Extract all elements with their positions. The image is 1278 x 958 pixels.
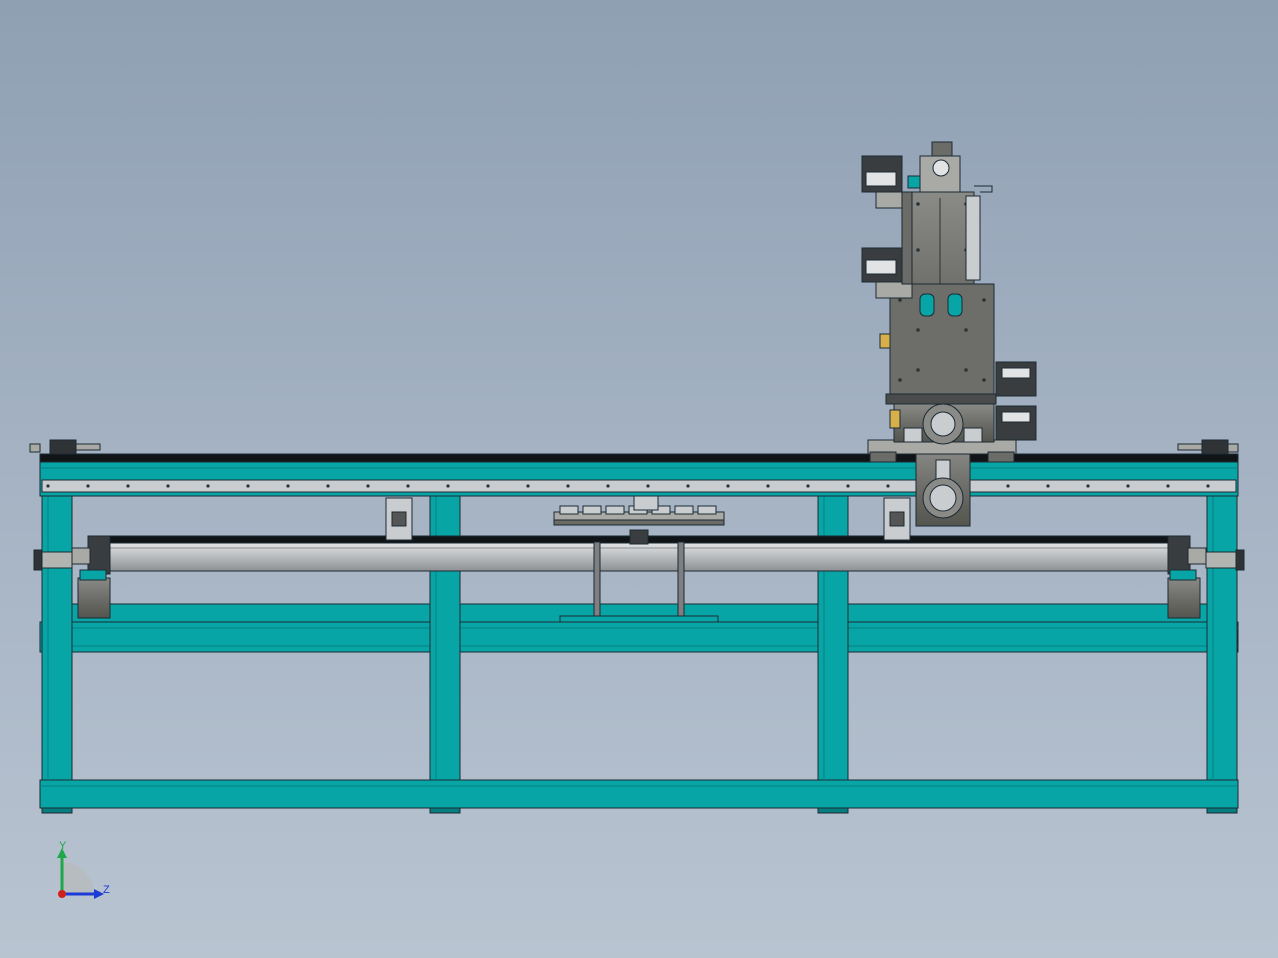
carriage-block (582, 505, 602, 515)
guide-bolt (646, 484, 650, 488)
z-axis-label: Z (103, 884, 110, 896)
guide-bolt (206, 484, 210, 488)
guide-bolt (766, 484, 770, 488)
guide-bolt (1166, 484, 1170, 488)
column-bolt (916, 248, 920, 252)
top-beam[interactable] (39, 453, 1239, 497)
end-stop-left[interactable] (29, 439, 101, 455)
carriage-block (674, 505, 694, 515)
carriage-block (697, 505, 717, 515)
guide-bolt (1046, 484, 1050, 488)
guide-bolt (86, 484, 90, 488)
guide-bolt (806, 484, 810, 488)
post-left (41, 495, 73, 781)
left-drive-coupling (87, 535, 111, 575)
guide-bolt (1086, 484, 1090, 488)
column-bolt (964, 368, 968, 372)
guide-bolt (126, 484, 130, 488)
guide-bolt (846, 484, 850, 488)
column-bolt (916, 368, 920, 372)
column-guide (965, 195, 981, 281)
bottom-rail (39, 779, 1239, 809)
y-axis-label: Y (59, 840, 67, 852)
guide-bolt (446, 484, 450, 488)
side-box-upper (995, 361, 1037, 397)
right-gearbox (1167, 577, 1201, 619)
belt (39, 453, 1239, 463)
guide-bolt (686, 484, 690, 488)
guide-bolt (526, 484, 530, 488)
rod-right (677, 541, 685, 617)
carriage-block (605, 505, 625, 515)
foot-left (41, 807, 73, 814)
carriage-base (559, 615, 719, 623)
rod-left (593, 541, 601, 617)
guide-bolt (246, 484, 250, 488)
x-axis-dot (58, 890, 66, 898)
column-bolt (916, 202, 920, 206)
column-side-plate (889, 283, 995, 397)
guide-bolt (1126, 484, 1130, 488)
coordinate-triad: Y Z (57, 840, 110, 899)
guide-bolt (366, 484, 370, 488)
left-gearbox (77, 577, 111, 619)
guide-bolt (726, 484, 730, 488)
guide-bolt (406, 484, 410, 488)
guide-bolt (46, 484, 50, 488)
foot-mid-right (817, 807, 849, 814)
triad-quarter-disc (62, 862, 94, 894)
carriage-block (559, 505, 579, 515)
guide-bolt (606, 484, 610, 488)
column-bolt (964, 328, 968, 332)
foot-right (1206, 807, 1238, 814)
guide-bolt (486, 484, 490, 488)
side-box-lower (995, 405, 1037, 441)
guide-bolt (166, 484, 170, 488)
guide-bolt (1006, 484, 1010, 488)
guide-bolt (1206, 484, 1210, 488)
guide-bolt (566, 484, 570, 488)
guide-bolt (886, 484, 890, 488)
column-bolt (916, 328, 920, 332)
column-bolt (982, 378, 986, 382)
sensor-yellow (889, 409, 901, 429)
screw-rod (109, 542, 1171, 572)
column-bolt (982, 298, 986, 302)
column-bolt (898, 298, 902, 302)
post-right (1206, 495, 1238, 781)
foot-mid-left (429, 807, 461, 814)
cad-viewport[interactable]: Y Z (0, 0, 1278, 958)
middle-rail (39, 621, 1239, 653)
guide-bolt (286, 484, 290, 488)
right-drive-coupling (1167, 535, 1191, 575)
end-stop-right[interactable] (1177, 439, 1239, 455)
linear-guide (41, 479, 1237, 493)
column-bolt (898, 378, 902, 382)
guide-bolt (326, 484, 330, 488)
